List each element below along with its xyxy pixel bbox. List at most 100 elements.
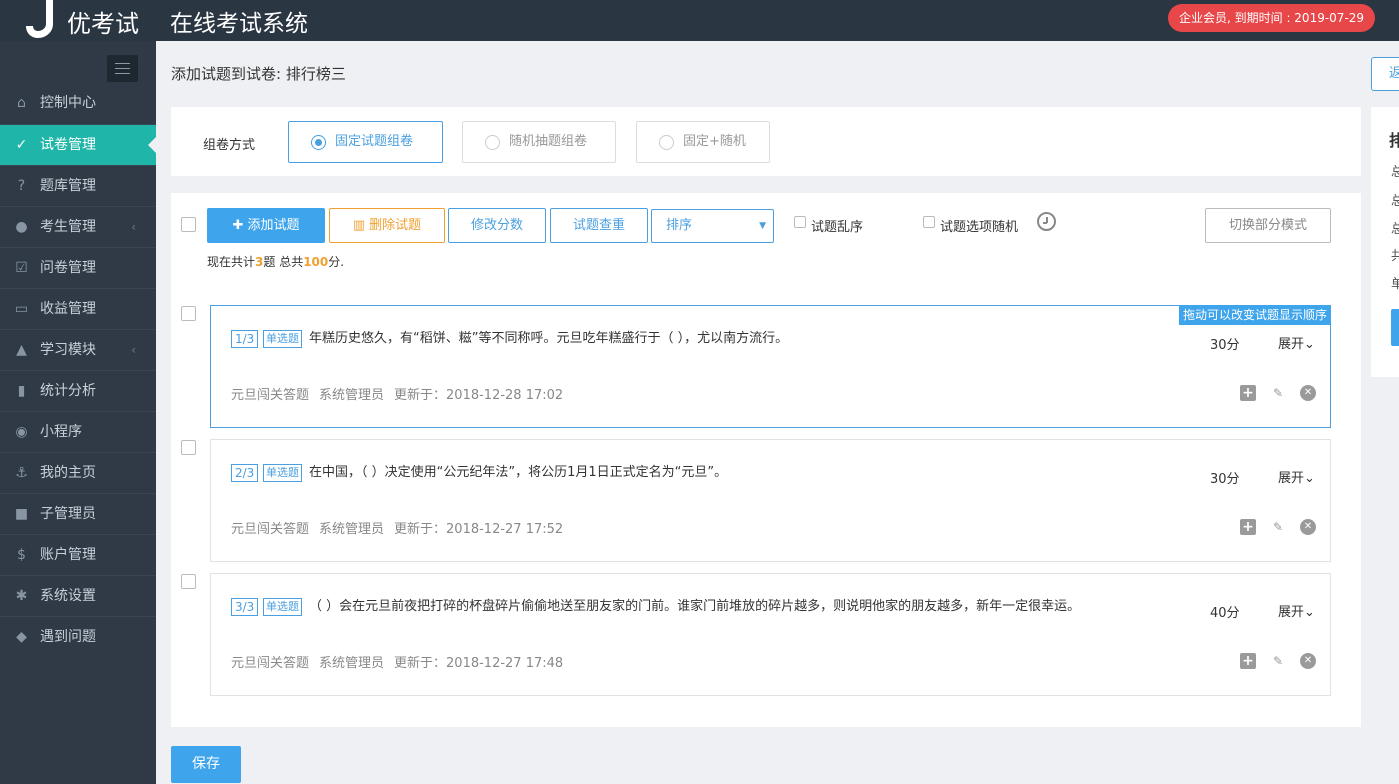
question-type-badge: 单选题: [263, 330, 302, 348]
question-bank: 元旦闯关答题: [231, 388, 310, 403]
sidebar-item-revenue[interactable]: ▭ 收益管理: [0, 288, 156, 329]
sidebar-item-label: 我的主页: [40, 465, 96, 481]
sidebar-item-sub-admin[interactable]: ■ 子管理员: [0, 493, 156, 534]
question-card[interactable]: 3/3 单选题 （ ）会在元旦前夜把打碎的杯盘碎片偷偷地送至朋友家的门前。谁家门…: [210, 573, 1331, 696]
question-checkbox[interactable]: [181, 574, 196, 589]
sidebar-item-label: 考生管理: [40, 219, 96, 235]
checkbox-icon: ☑: [15, 260, 28, 276]
sidebar-item-label: 统计分析: [40, 383, 96, 399]
chevron-down-icon: ⌄: [1304, 337, 1315, 352]
radio-icon: [485, 135, 500, 150]
sort-select[interactable]: 排序 ▼: [651, 209, 774, 243]
anchor-icon: ⚓: [15, 465, 28, 481]
add-icon[interactable]: +: [1240, 385, 1256, 401]
mode-option-label: 固定试题组卷: [335, 134, 414, 149]
sidebar-item-homepage[interactable]: ⚓ 我的主页: [0, 452, 156, 493]
question-bank: 元旦闯关答题: [231, 656, 310, 671]
add-question-label: 添加试题: [247, 218, 300, 233]
add-question-button[interactable]: ✚ 添加试题: [207, 208, 325, 243]
close-icon[interactable]: ✕: [1300, 519, 1316, 535]
sidebar-item-settings[interactable]: ✱ 系统设置: [0, 575, 156, 616]
modify-score-button[interactable]: 修改分数: [448, 208, 546, 243]
mode-label: 组卷方式: [203, 138, 256, 153]
dedupe-button[interactable]: 试题查重: [550, 208, 648, 243]
edit-icon[interactable]: ✎: [1270, 519, 1286, 535]
lock-icon: ■: [14, 506, 29, 522]
sidebar-item-paper-management[interactable]: ✓ 试卷管理: [0, 124, 156, 165]
sidebar-item-learning[interactable]: ▲ 学习模块 ‹: [0, 329, 156, 370]
summary-score: 100: [303, 255, 329, 269]
trash-icon: ▥: [352, 218, 366, 233]
clock-icon[interactable]: [1037, 212, 1056, 231]
sidebar-item-account[interactable]: $ 账户管理: [0, 534, 156, 575]
edit-icon[interactable]: ✎: [1270, 653, 1286, 669]
question-card[interactable]: 拖动可以改变试题显示顺序 1/3 单选题 年糕历史悠久，有“稻饼、糍”等不同称呼…: [210, 305, 1331, 428]
switch-mode-button[interactable]: 切换部分模式: [1205, 208, 1331, 243]
back-button[interactable]: 返回: [1371, 57, 1399, 91]
summary-mid: 题 总共: [263, 255, 304, 269]
mode-option-fixed[interactable]: 固定试题组卷: [288, 121, 443, 163]
dollar-icon: $: [17, 547, 26, 563]
mode-option-label: 随机抽题组卷: [509, 134, 588, 149]
plus-icon: ✚: [232, 218, 244, 233]
delete-question-button[interactable]: ▥ 删除试题: [329, 208, 445, 243]
question-meta: 元旦闯关答题 系统管理员 更新于：2018-12-27 17:52: [231, 518, 573, 537]
caret-down-icon: ▼: [759, 221, 766, 231]
summary-text: 现在共计3题 总共100分.: [207, 253, 344, 270]
sidebar-item-help[interactable]: ◆ 遇到问题: [0, 616, 156, 657]
sidebar-toggle-button[interactable]: [107, 55, 138, 82]
question-score: 30分: [1210, 338, 1240, 353]
sidebar-item-label: 子管理员: [40, 506, 96, 522]
logo-text: 优考试: [67, 10, 139, 38]
add-icon[interactable]: +: [1240, 519, 1256, 535]
sidebar-item-survey[interactable]: ☑ 问卷管理: [0, 247, 156, 288]
question-index: 1/3: [231, 330, 259, 348]
question-card[interactable]: 2/3 单选题 在中国，（ ）决定使用“公元纪年法”，将公历1月1日正式定名为“…: [210, 439, 1331, 562]
credit-card-icon: ▭: [14, 301, 29, 317]
add-icon[interactable]: +: [1240, 653, 1256, 669]
sidebar-item-mini-program[interactable]: ◉ 小程序: [0, 411, 156, 452]
gear-icon: ✱: [15, 588, 28, 604]
side-card-line: 单: [1391, 277, 1399, 292]
expand-toggle[interactable]: 展开⌄: [1278, 333, 1315, 352]
question-author: 系统管理员: [319, 656, 385, 671]
sidebar-item-dashboard[interactable]: ⌂ 控制中心: [0, 83, 156, 124]
question-author: 系统管理员: [319, 388, 385, 403]
question-type-badge: 单选题: [263, 598, 302, 616]
member-badge[interactable]: 企业会员, 到期时间 : 2019-07-29: [1168, 4, 1376, 32]
sidebar-item-label: 小程序: [40, 424, 82, 440]
app-title: 在线考试系统: [170, 11, 308, 37]
expand-toggle[interactable]: 展开⌄: [1278, 467, 1315, 486]
sidebar-item-examinee[interactable]: ● 考生管理 ‹: [0, 206, 156, 247]
sidebar-item-question-bank[interactable]: ? 题库管理: [0, 165, 156, 206]
select-all-checkbox[interactable]: [181, 217, 196, 232]
sidebar-item-label: 控制中心: [40, 95, 96, 111]
user-icon: ●: [15, 219, 28, 235]
mode-option-mixed[interactable]: 固定+随机: [636, 121, 770, 163]
graduation-cap-icon: ▲: [16, 342, 27, 358]
question-score: 40分: [1210, 606, 1240, 621]
side-card-button[interactable]: [1391, 309, 1399, 346]
question-checkbox[interactable]: [181, 306, 196, 321]
sidebar-item-statistics[interactable]: ▮ 统计分析: [0, 370, 156, 411]
questions-panel: ✚ 添加试题 ▥ 删除试题 修改分数 试题查重 排序 ▼ 试题乱序 试题选项随机 切…: [171, 193, 1361, 727]
shuffle-checkbox[interactable]: [794, 216, 806, 228]
side-card-line: 总: [1391, 194, 1399, 209]
question-author: 系统管理员: [319, 522, 385, 537]
close-icon[interactable]: ✕: [1300, 653, 1316, 669]
sidebar-item-label: 账户管理: [40, 547, 96, 563]
save-button[interactable]: 保存: [171, 746, 241, 783]
close-icon[interactable]: ✕: [1300, 385, 1316, 401]
sidebar-item-label: 学习模块: [40, 342, 96, 358]
check-circle-icon: ✓: [15, 137, 28, 153]
shuffle-label: 试题乱序: [811, 220, 864, 235]
question-circle-icon: ?: [17, 178, 26, 194]
edit-icon[interactable]: ✎: [1270, 385, 1286, 401]
option-random-checkbox[interactable]: [923, 216, 935, 228]
mode-option-random[interactable]: 随机抽题组卷: [462, 121, 616, 163]
expand-label: 展开: [1278, 337, 1305, 352]
question-checkbox[interactable]: [181, 440, 196, 455]
expand-toggle[interactable]: 展开⌄: [1278, 601, 1315, 620]
chevron-down-icon: ⌄: [1304, 471, 1315, 486]
question-type-badge: 单选题: [263, 464, 302, 482]
